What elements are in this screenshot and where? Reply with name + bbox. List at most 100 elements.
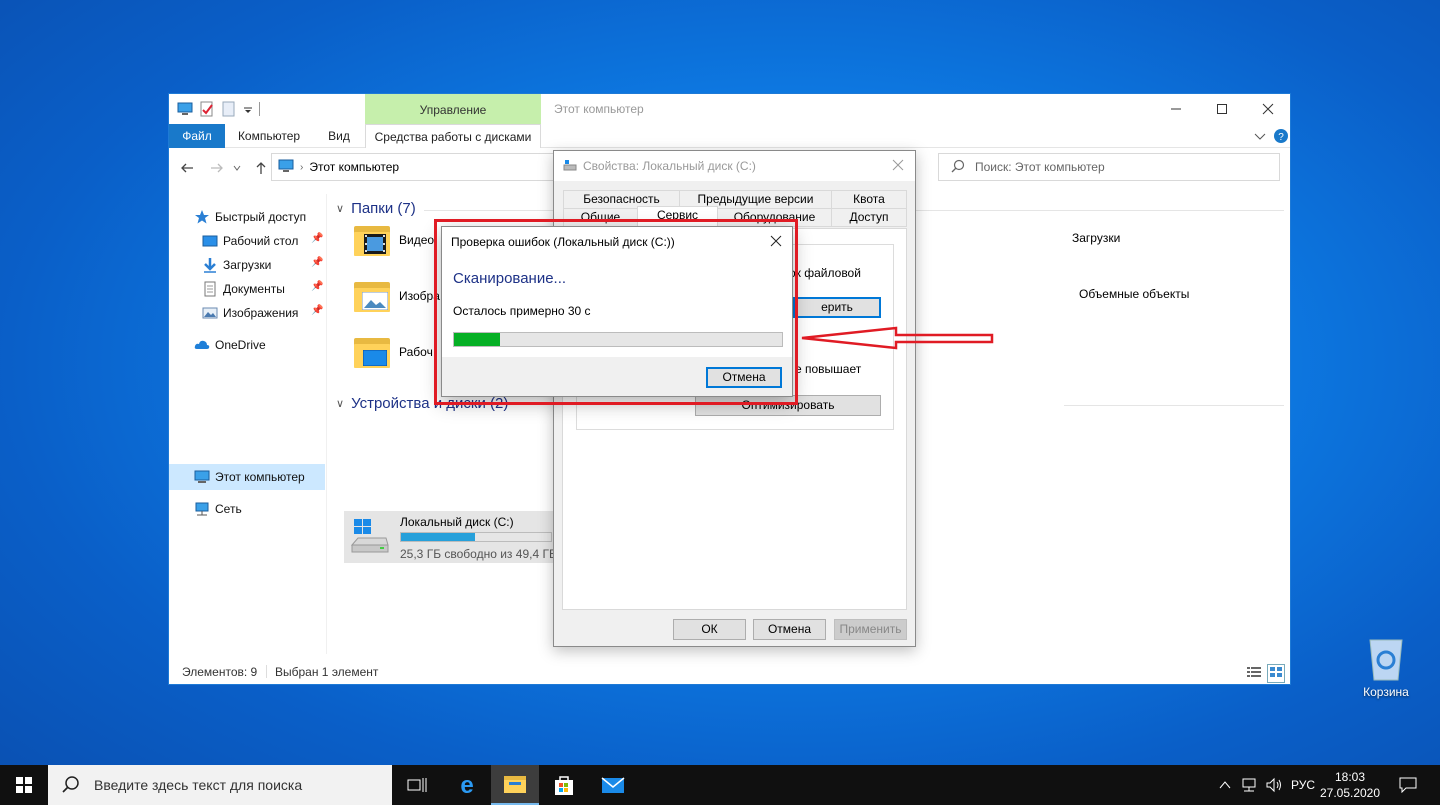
ribbon-expand-icon[interactable] bbox=[1253, 129, 1267, 146]
nav-downloads[interactable]: Загрузки bbox=[202, 254, 271, 276]
tab-view[interactable]: Вид bbox=[319, 124, 359, 148]
manage-context-tab[interactable]: Управление bbox=[365, 94, 541, 124]
windows-logo-icon bbox=[16, 777, 32, 793]
pin-icon[interactable]: 📌 bbox=[311, 233, 323, 244]
address-bar[interactable]: › Этот компьютер bbox=[271, 153, 554, 181]
drive-icon bbox=[563, 158, 577, 175]
file-explorer-button[interactable] bbox=[491, 765, 539, 805]
folder-3d-objects[interactable]: Объемные объекты bbox=[1079, 287, 1189, 301]
pictures-folder-icon bbox=[354, 280, 390, 312]
folder-downloads[interactable]: Загрузки bbox=[1072, 231, 1120, 245]
ok-button[interactable]: ОК bbox=[673, 619, 746, 640]
clock[interactable]: 18:03 27.05.2020 bbox=[1320, 765, 1380, 805]
store-bag-icon bbox=[555, 776, 573, 795]
recycle-bin-label: Корзина bbox=[1363, 685, 1409, 699]
folders-group-header[interactable]: ∨ Папки (7) bbox=[336, 200, 416, 217]
window-title: Этот компьютер bbox=[554, 102, 644, 116]
tab-quota[interactable]: Квота bbox=[831, 190, 907, 209]
drive-free-space: 25,3 ГБ свободно из 49,4 ГБ bbox=[400, 547, 557, 561]
recycle-bin[interactable]: Корзина bbox=[1356, 636, 1416, 699]
desktop-icon bbox=[202, 233, 218, 249]
taskbar-search[interactable]: Введите здесь текст для поиска bbox=[48, 765, 392, 805]
close-button[interactable] bbox=[1245, 94, 1291, 124]
check-button[interactable]: ерить bbox=[793, 297, 881, 318]
selection-count: Выбран 1 элемент bbox=[275, 665, 379, 679]
star-icon bbox=[194, 209, 210, 225]
nav-pictures[interactable]: Изображения bbox=[202, 302, 298, 324]
new-folder-icon[interactable] bbox=[221, 101, 237, 117]
cloud-icon bbox=[194, 337, 210, 353]
ribbon-tabs: Файл Компьютер Вид Средства работы с дис… bbox=[169, 124, 1290, 148]
large-icons-view-icon[interactable] bbox=[1267, 664, 1285, 683]
search-input[interactable]: Поиск: Этот компьютер bbox=[938, 153, 1280, 181]
drive-c-tile[interactable]: Локальный диск (C:) 25,3 ГБ свободно из … bbox=[344, 511, 559, 563]
nav-onedrive[interactable]: OneDrive bbox=[194, 334, 266, 356]
store-button[interactable] bbox=[540, 765, 588, 805]
mail-button[interactable] bbox=[589, 765, 637, 805]
folder-pictures[interactable]: Изобра bbox=[354, 280, 440, 312]
back-button[interactable] bbox=[177, 158, 197, 178]
show-hidden-icons-button[interactable] bbox=[1216, 765, 1234, 805]
computer-icon bbox=[177, 101, 193, 117]
navigation-pane: Быстрый доступ Рабочий стол Загрузки Док… bbox=[169, 194, 327, 654]
search-icon bbox=[62, 775, 80, 796]
customize-qat-icon[interactable] bbox=[243, 101, 253, 117]
svg-text:e: e bbox=[460, 773, 473, 797]
notification-icon bbox=[1399, 777, 1417, 793]
tab-file[interactable]: Файл bbox=[169, 124, 225, 148]
pin-icon[interactable]: 📌 bbox=[311, 257, 323, 268]
tab-sharing[interactable]: Доступ bbox=[831, 208, 907, 227]
pin-icon[interactable]: 📌 bbox=[311, 305, 323, 316]
nav-documents[interactable]: Документы bbox=[202, 278, 285, 300]
download-arrow-icon bbox=[202, 257, 218, 273]
search-icon bbox=[951, 159, 965, 176]
edge-button[interactable]: e bbox=[443, 765, 491, 805]
tab-disk-tools[interactable]: Средства работы с дисками bbox=[365, 124, 541, 148]
nav-desktop[interactable]: Рабочий стол bbox=[202, 230, 298, 252]
breadcrumb[interactable]: Этот компьютер bbox=[309, 160, 399, 174]
nav-network[interactable]: Сеть bbox=[194, 498, 242, 520]
task-view-button[interactable] bbox=[393, 765, 441, 805]
item-count: Элементов: 9 bbox=[182, 665, 258, 679]
picture-icon bbox=[202, 305, 218, 321]
status-divider bbox=[266, 665, 267, 678]
apply-button[interactable]: Применить bbox=[834, 619, 907, 640]
drive-usage-fill bbox=[401, 533, 475, 541]
quick-access-toolbar bbox=[177, 100, 260, 118]
minimize-button[interactable] bbox=[1153, 94, 1199, 124]
search-placeholder: Поиск: Этот компьютер bbox=[975, 160, 1105, 174]
recent-locations-button[interactable] bbox=[231, 158, 243, 178]
properties-icon[interactable] bbox=[199, 101, 215, 117]
forward-button[interactable] bbox=[207, 158, 227, 178]
taskbar-search-placeholder: Введите здесь текст для поиска bbox=[94, 777, 303, 793]
maximize-button[interactable] bbox=[1199, 94, 1245, 124]
start-button[interactable] bbox=[0, 765, 48, 805]
tab-computer[interactable]: Компьютер bbox=[233, 124, 305, 148]
network-tray-button[interactable] bbox=[1238, 765, 1262, 805]
annotation-arrow-icon bbox=[801, 326, 994, 350]
help-icon[interactable]: ? bbox=[1273, 128, 1289, 147]
error-check-description: ок файловой bbox=[789, 266, 861, 280]
computer-icon bbox=[278, 159, 294, 176]
speaker-icon bbox=[1266, 777, 1281, 793]
nav-this-pc[interactable]: Этот компьютер bbox=[194, 466, 305, 488]
computer-icon bbox=[194, 469, 210, 485]
document-icon bbox=[202, 281, 218, 297]
pin-icon[interactable]: 📌 bbox=[311, 281, 323, 292]
up-button[interactable] bbox=[251, 158, 271, 178]
nav-quick-access[interactable]: Быстрый доступ bbox=[194, 206, 306, 228]
input-language[interactable]: РУС bbox=[1288, 765, 1318, 805]
breadcrumb-chevron-icon[interactable]: › bbox=[300, 162, 303, 173]
action-center-button[interactable] bbox=[1390, 765, 1426, 805]
folder-icon bbox=[504, 776, 526, 793]
volume-button[interactable] bbox=[1262, 765, 1286, 805]
chevron-down-icon[interactable]: ∨ bbox=[336, 202, 344, 215]
svg-text:?: ? bbox=[1278, 132, 1284, 143]
details-view-icon[interactable] bbox=[1246, 665, 1262, 682]
folder-video[interactable]: Видео bbox=[354, 224, 434, 256]
folder-desktop[interactable]: Рабоч bbox=[354, 336, 433, 368]
close-icon[interactable] bbox=[892, 159, 904, 174]
cancel-button[interactable]: Отмена bbox=[753, 619, 826, 640]
chevron-down-icon[interactable]: ∨ bbox=[336, 397, 344, 410]
task-view-icon bbox=[407, 778, 427, 792]
